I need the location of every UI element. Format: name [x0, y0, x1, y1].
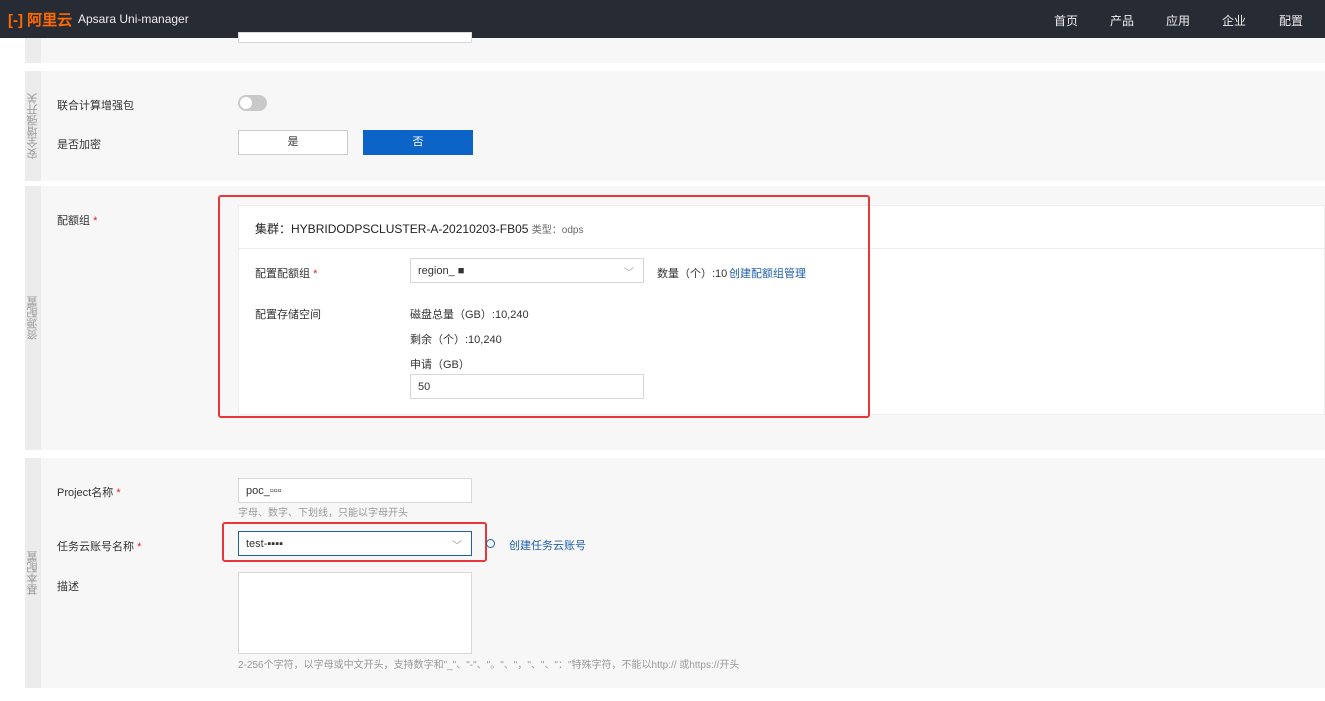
desc-hint: 2-256个字符，以字母或中文开头，支持数字和"_"、"-"、"。"、"，"、"…	[238, 660, 740, 671]
nav-config[interactable]: 配置	[1279, 12, 1303, 29]
highlight-box	[218, 195, 870, 418]
encrypt-no-button[interactable]: 否	[363, 130, 473, 155]
federated-toggle[interactable]	[238, 95, 267, 111]
quota-label: 配额组 *	[57, 215, 98, 227]
section-side	[25, 38, 41, 63]
section-resource: 资源配置 配额组 * 集群：HYBRIDODPSCLUSTER-A-202102…	[25, 186, 1325, 450]
previous-input[interactable]	[238, 32, 472, 43]
encrypt-yes-button[interactable]: 是	[238, 130, 348, 155]
section-security: 安全增强开关 联合计算增强包 是否加密 是 否	[25, 71, 1325, 181]
federated-label: 联合计算增强包	[57, 100, 134, 112]
project-label: Project名称 *	[57, 487, 121, 499]
section-label: 基本配置	[25, 458, 41, 688]
refresh-icon[interactable]	[486, 539, 495, 548]
section-basic: 基本配置 Project名称 * poc_▫▫▫ 字母、数字、下划线，只能以字母…	[25, 458, 1325, 688]
section-label: 资源配置	[25, 186, 41, 450]
desc-label: 描述	[57, 581, 79, 593]
create-account-link[interactable]: 创建任务云账号	[509, 537, 586, 553]
aliyun-logo[interactable]: [-] 阿里云	[8, 9, 72, 30]
chevron-down-icon: ﹀	[452, 541, 462, 552]
project-input[interactable]: poc_▫▫▫	[238, 478, 472, 503]
account-select[interactable]: test-▪▪▪▪ ﹀	[238, 531, 472, 556]
nav-enterprise[interactable]: 企业	[1222, 12, 1246, 29]
nav-apps[interactable]: 应用	[1166, 12, 1190, 29]
section-previous	[25, 32, 1325, 63]
desc-textarea[interactable]	[238, 572, 472, 654]
account-label: 任务云账号名称 *	[57, 541, 142, 553]
project-hint: 字母、数字、下划线，只能以字母开头	[238, 508, 408, 519]
section-label: 安全增强开关	[25, 71, 41, 181]
encrypt-label: 是否加密	[57, 139, 101, 151]
nav-products[interactable]: 产品	[1110, 12, 1134, 29]
product-name: Apsara Uni-manager	[78, 12, 189, 26]
nav-home[interactable]: 首页	[1054, 12, 1078, 29]
top-bar: [-] 阿里云 Apsara Uni-manager 首页 产品 应用 企业 配…	[0, 0, 1325, 38]
